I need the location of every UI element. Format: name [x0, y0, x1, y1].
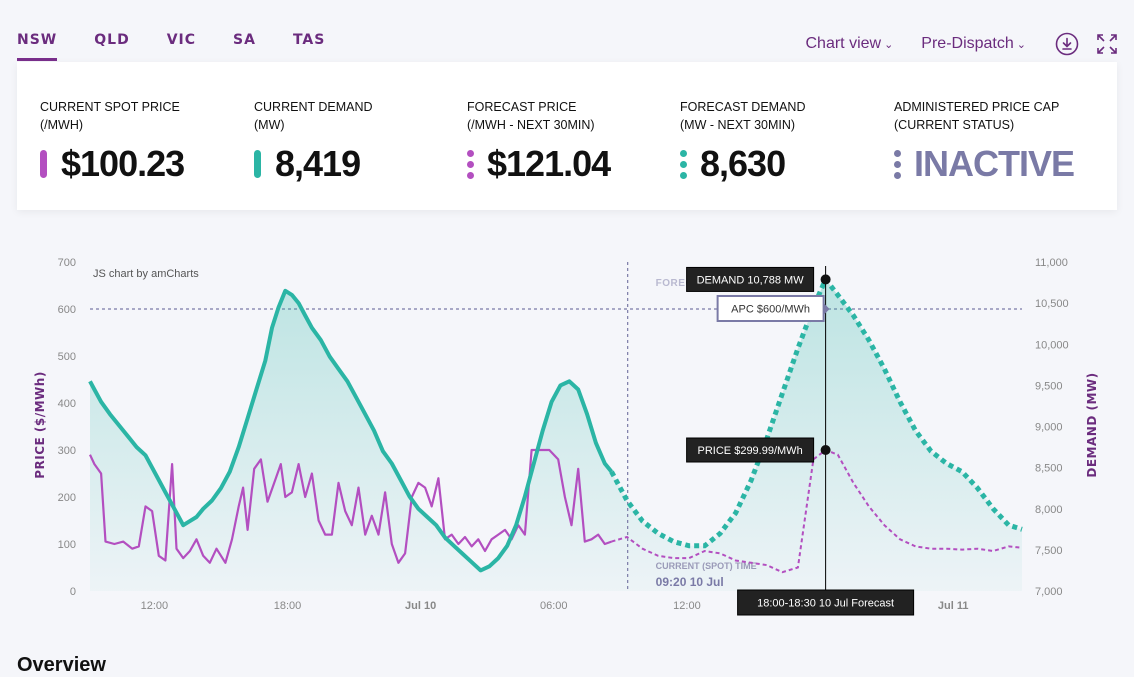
- chevron-down-icon: ⌄: [884, 38, 893, 51]
- chart-view-label: Chart view: [806, 35, 882, 53]
- card-value: $100.23: [61, 146, 184, 182]
- pre-dispatch-dropdown[interactable]: Pre-Dispatch ⌄: [921, 35, 1026, 53]
- tab-vic[interactable]: VIC: [167, 28, 196, 58]
- region-tabs: NSW QLD VIC SA TAS: [17, 28, 362, 62]
- x-tick-label: 12:00: [141, 600, 169, 612]
- pre-dispatch-label: Pre-Dispatch: [921, 35, 1013, 53]
- card-value: 8,419: [275, 146, 360, 182]
- y-right-tick-label: 9,500: [1035, 380, 1063, 392]
- x-tick-label: 12:00: [673, 600, 701, 612]
- y-right-tick-label: 10,000: [1035, 339, 1069, 351]
- chevron-down-icon: ⌄: [1017, 38, 1026, 51]
- x-tick-label: Jul 10: [405, 600, 436, 612]
- cursor-time-tooltip-text: 18:00-18:30 10 Jul Forecast: [757, 598, 894, 610]
- download-icon: [1055, 32, 1079, 56]
- y-right-axis-title: DEMAND (MW): [1085, 372, 1099, 477]
- download-button[interactable]: [1054, 31, 1080, 57]
- chart-svg: 0 100 200 300 400 500 600 700 7,000 7,500 8,000 8,5…: [0, 240, 1134, 630]
- y-left-tick-label: 700: [58, 257, 76, 269]
- price-cursor-point: [821, 445, 831, 455]
- card-sublabel: (/MWh): [40, 116, 184, 134]
- y-left-tick-label: 600: [58, 304, 76, 316]
- price-demand-chart: 0 100 200 300 400 500 600 700 7,000 7,500 8,000 8,5…: [0, 240, 1134, 630]
- forecast-price-marker: [467, 150, 474, 179]
- tab-tas[interactable]: TAS: [293, 28, 325, 58]
- y-right-tick-label: 7,500: [1035, 545, 1063, 557]
- y-left-tick-label: 200: [58, 492, 76, 504]
- card-label: FORECAST DEMAND: [680, 98, 805, 116]
- price-tooltip-text: PRICE $299.99/MWh: [698, 445, 803, 457]
- price-marker: [40, 150, 47, 178]
- apc-tooltip-text: APC $600/MWh: [731, 304, 810, 316]
- summary-cards: CURRENT SPOT PRICE (/MWh) $100.23 CURREN…: [17, 62, 1117, 210]
- card-label: CURRENT SPOT PRICE: [40, 98, 184, 116]
- card-label: FORECAST PRICE: [467, 98, 610, 116]
- y-left-tick-label: 400: [58, 398, 76, 410]
- x-tick-label: Jul 11: [938, 600, 969, 612]
- y-right-tick-label: 9,000: [1035, 422, 1063, 434]
- forecast-demand-marker: [680, 150, 687, 179]
- card-value: $121.04: [487, 146, 610, 182]
- y-right-tick-label: 11,000: [1035, 257, 1068, 269]
- card-current-spot-price: CURRENT SPOT PRICE (/MWh) $100.23: [40, 98, 184, 182]
- card-label: CURRENT DEMAND: [254, 98, 373, 116]
- y-left-axis-title: PRICE ($/MWh): [33, 371, 47, 479]
- y-left-tick-label: 0: [70, 586, 76, 598]
- demand-tooltip-text: DEMAND 10,788 MW: [697, 274, 805, 286]
- y-left-tick-label: 500: [58, 351, 76, 363]
- card-value: 8,630: [700, 146, 785, 182]
- card-current-demand: CURRENT DEMAND (MW) 8,419: [254, 98, 373, 182]
- y-left-tick-label: 300: [58, 445, 76, 457]
- card-administered-price-cap: ADMINISTERED PRICE CAP (CURRENT STATUS) …: [894, 98, 1074, 182]
- card-sublabel: (/MWh - NEXT 30MIN): [467, 116, 610, 134]
- x-tick-label: 06:00: [540, 600, 568, 612]
- y-left-tick-label: 100: [58, 539, 76, 551]
- card-forecast-demand: FORECAST DEMAND (MW - NEXT 30MIN) 8,630: [680, 98, 805, 182]
- chart-view-dropdown[interactable]: Chart view ⌄: [806, 35, 894, 53]
- x-tick-label: 18:00: [274, 600, 302, 612]
- tab-nsw[interactable]: NSW: [17, 28, 57, 61]
- demand-marker: [254, 150, 261, 178]
- y-right-tick-label: 8,000: [1035, 504, 1063, 516]
- card-forecast-price: FORECAST PRICE (/MWh - NEXT 30MIN) $121.…: [467, 98, 610, 182]
- expand-icon: [1096, 33, 1118, 55]
- chart-credit: JS chart by amCharts: [93, 268, 199, 280]
- tab-qld[interactable]: QLD: [94, 28, 129, 58]
- y-right-tick-label: 10,500: [1035, 298, 1069, 310]
- card-label: ADMINISTERED PRICE CAP: [894, 98, 1074, 116]
- current-time-label: CURRENT (SPOT) TIME: [656, 561, 757, 571]
- fullscreen-button[interactable]: [1094, 31, 1120, 57]
- card-sublabel: (MW): [254, 116, 373, 134]
- tab-sa[interactable]: SA: [233, 28, 256, 58]
- overview-heading: Overview: [17, 654, 106, 677]
- card-value: INACTIVE: [914, 146, 1074, 182]
- apc-marker: [894, 150, 901, 179]
- demand-cursor-point: [821, 274, 831, 284]
- current-time-value: 09:20 10 Jul: [656, 575, 724, 589]
- card-sublabel: (CURRENT STATUS): [894, 116, 1074, 134]
- y-right-tick-label: 7,000: [1035, 586, 1063, 598]
- y-right-tick-label: 8,500: [1035, 463, 1063, 475]
- card-sublabel: (MW - NEXT 30MIN): [680, 116, 805, 134]
- chart-toolbar: Chart view ⌄ Pre-Dispatch ⌄: [806, 31, 1134, 57]
